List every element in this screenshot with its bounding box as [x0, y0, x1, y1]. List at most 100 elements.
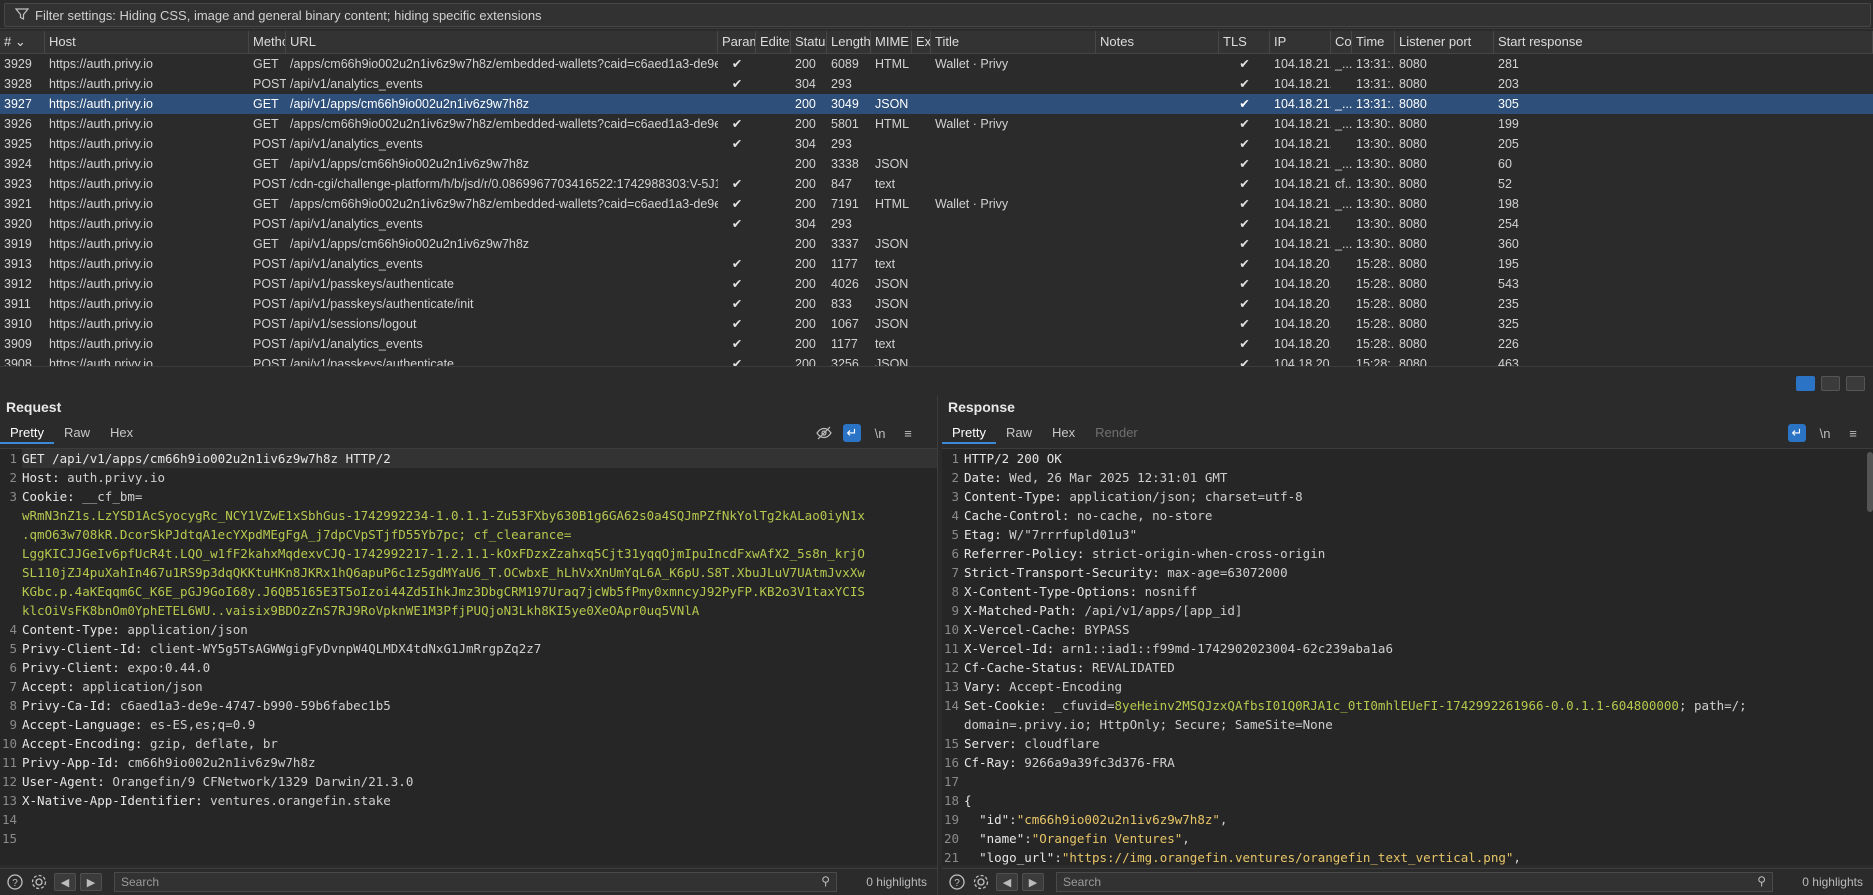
line-number: 15 [943, 736, 959, 751]
tab-hex[interactable]: Hex [1042, 422, 1085, 444]
column-header-ext[interactable]: Exte [912, 31, 931, 53]
wrap-lines-icon[interactable]: ↵ [1788, 424, 1806, 442]
cell-num: 3927 [4, 97, 32, 111]
table-row[interactable]: 3912 https://auth.privy.io POST/api/v1/pas… [0, 274, 1873, 294]
cell-notes [1096, 194, 1219, 214]
menu-icon[interactable]: ≡ [1844, 424, 1862, 442]
gear-icon[interactable] [30, 873, 48, 891]
table-row[interactable]: 3911 https://auth.privy.io POST/api/v1/pas… [0, 294, 1873, 314]
cell-port: 8080 [1399, 197, 1427, 211]
table-row[interactable]: 3908 https://auth.privy.io POST/api/v1/pas… [0, 354, 1873, 366]
cell-ip: 104.18.21.... [1274, 177, 1331, 191]
cell-cookies: _... [1335, 97, 1352, 111]
previous-match-button[interactable]: ◀ [996, 873, 1018, 891]
cell-length: 847 [831, 177, 852, 191]
column-header-mime[interactable]: MIME t [871, 31, 912, 53]
column-header-port[interactable]: Listener port [1395, 31, 1494, 53]
line-content: Strict-Transport-Security: max-age=63072… [964, 563, 1873, 582]
column-header-notes[interactable]: Notes [1096, 31, 1219, 53]
cell-ip: 104.18.21.... [1274, 157, 1331, 171]
layout-side-by-side-button[interactable] [1796, 376, 1815, 391]
column-header-edited[interactable]: Edited [756, 31, 791, 53]
cell-cookies [1331, 214, 1352, 234]
header-name: X-Content-Type-Options: [964, 584, 1138, 599]
tab-hex[interactable]: Hex [100, 422, 143, 444]
request-editor[interactable]: 1 GET /api/v1/apps/cm66h9io002u2n1iv6z9w7… [0, 448, 937, 865]
code-line: 11 X-Vercel-Id: arn1::iad1::f99md-1742902… [942, 639, 1873, 658]
search-icon: ⚲ [821, 874, 830, 888]
previous-match-button[interactable]: ◀ [54, 873, 76, 891]
layout-stacked-button[interactable] [1821, 376, 1840, 391]
newline-icon[interactable]: \n [1816, 424, 1834, 442]
table-row[interactable]: 3913 https://auth.privy.io POST/api/v1/ana… [0, 254, 1873, 274]
code-line: 13 X-Native-App-Identifier: ventures.oran… [0, 791, 937, 810]
header-value: __cf_bm= [74, 489, 143, 504]
header-value: Orangefin/9 CFNetwork/1329 Darwin/21.3.0 [104, 774, 414, 789]
table-row[interactable]: 3910 https://auth.privy.io POST/api/v1/ses… [0, 314, 1873, 334]
response-scrollbar[interactable] [1867, 452, 1873, 512]
wrap-lines-icon[interactable]: ↵ [843, 424, 861, 442]
header-name: Accept-Language: [22, 717, 143, 732]
gear-icon[interactable] [972, 873, 990, 891]
cell-tls: ✔ [1239, 177, 1250, 191]
line-number: 7 [9, 679, 17, 694]
tab-render[interactable]: Render [1085, 422, 1148, 444]
table-row[interactable]: 3923 https://auth.privy.io POST/cdn-cgi/ch… [0, 174, 1873, 194]
column-header-url[interactable]: URL [286, 31, 718, 53]
request-search-input[interactable]: Search ⚲ [114, 872, 837, 892]
cell-title [931, 354, 1096, 366]
tab-pretty[interactable]: Pretty [0, 422, 54, 444]
cell-edited [756, 74, 791, 94]
column-header-title[interactable]: Title [931, 31, 1096, 53]
column-header-host[interactable]: Host [45, 31, 249, 53]
table-row[interactable]: 3925 https://auth.privy.io POST/api/v1/ana… [0, 134, 1873, 154]
cell-mime: text [875, 337, 896, 351]
tab-pretty[interactable]: Pretty [942, 422, 996, 444]
header-value: gzip, deflate, br [142, 736, 278, 751]
table-row[interactable]: 3920 https://auth.privy.io POST/api/v1/ana… [0, 214, 1873, 234]
menu-icon[interactable]: ≡ [899, 424, 917, 442]
table-row[interactable]: 3929 https://auth.privy.io GET/apps/cm66h9… [0, 54, 1873, 74]
line-number: 18 [943, 793, 959, 808]
response-tools: ↵ \n ≡ [1788, 424, 1862, 442]
header-value: application/json [119, 622, 248, 637]
next-match-button[interactable]: ▶ [80, 873, 102, 891]
column-header-method[interactable]: Methoc [249, 31, 286, 53]
table-row[interactable]: 3926 https://auth.privy.io GET/apps/cm66h9… [0, 114, 1873, 134]
column-header-time[interactable]: Time [1352, 31, 1395, 53]
layout-tabs-button[interactable] [1846, 376, 1865, 391]
cell-edited [756, 294, 791, 314]
cell-url: /cdn-cgi/challenge-platform/h/b/jsd/r/0.… [290, 177, 718, 191]
response-search-input[interactable]: Search ⚲ [1056, 872, 1773, 892]
column-header-ip[interactable]: IP [1270, 31, 1331, 53]
table-row[interactable]: 3909 https://auth.privy.io POST/api/v1/ana… [0, 334, 1873, 354]
header-value: wRmN3nZ1s.LzYSD1AcSyocygRc_NCY1VZwE1xSbh… [22, 508, 865, 523]
response-editor[interactable]: 1 HTTP/2 200 OK 2 Date: Wed, 26 Mar 2025 12… [942, 448, 1873, 865]
next-match-button[interactable]: ▶ [1022, 873, 1044, 891]
filter-settings-button[interactable]: Filter settings: Hiding CSS, image and g… [4, 3, 1871, 27]
column-header-params[interactable]: Params [718, 31, 756, 53]
table-row[interactable]: 3924 https://auth.privy.io GET/api/v1/apps… [0, 154, 1873, 174]
tab-raw[interactable]: Raw [54, 422, 100, 444]
column-header-tls[interactable]: TLS [1219, 31, 1270, 53]
cell-host: https://auth.privy.io [49, 157, 153, 171]
table-row[interactable]: 3921 https://auth.privy.io GET/apps/cm66h9… [0, 194, 1873, 214]
request-title: Request [6, 399, 62, 415]
column-header-start[interactable]: Start response [1494, 31, 1873, 53]
column-header-length[interactable]: Length [827, 31, 871, 53]
table-row[interactable]: 3928 https://auth.privy.io POST/api/v1/ana… [0, 74, 1873, 94]
column-header-num[interactable]: # ⌄ [0, 31, 45, 53]
help-icon[interactable]: ? [948, 873, 966, 891]
pane-divider[interactable] [0, 366, 1873, 397]
newline-icon[interactable]: \n [871, 424, 889, 442]
table-row[interactable]: 3919 https://auth.privy.io GET/api/v1/apps… [0, 234, 1873, 254]
cell-host: https://auth.privy.io [49, 277, 153, 291]
hide-icon[interactable] [815, 424, 833, 442]
column-header-status[interactable]: Status [791, 31, 827, 53]
help-icon[interactable]: ? [6, 873, 24, 891]
cell-cookies [1331, 334, 1352, 354]
cell-start: 52 [1498, 177, 1512, 191]
table-row[interactable]: 3927 https://auth.privy.io GET/api/v1/apps… [0, 94, 1873, 114]
tab-raw[interactable]: Raw [996, 422, 1042, 444]
column-header-cookies[interactable]: Coo [1331, 31, 1352, 53]
